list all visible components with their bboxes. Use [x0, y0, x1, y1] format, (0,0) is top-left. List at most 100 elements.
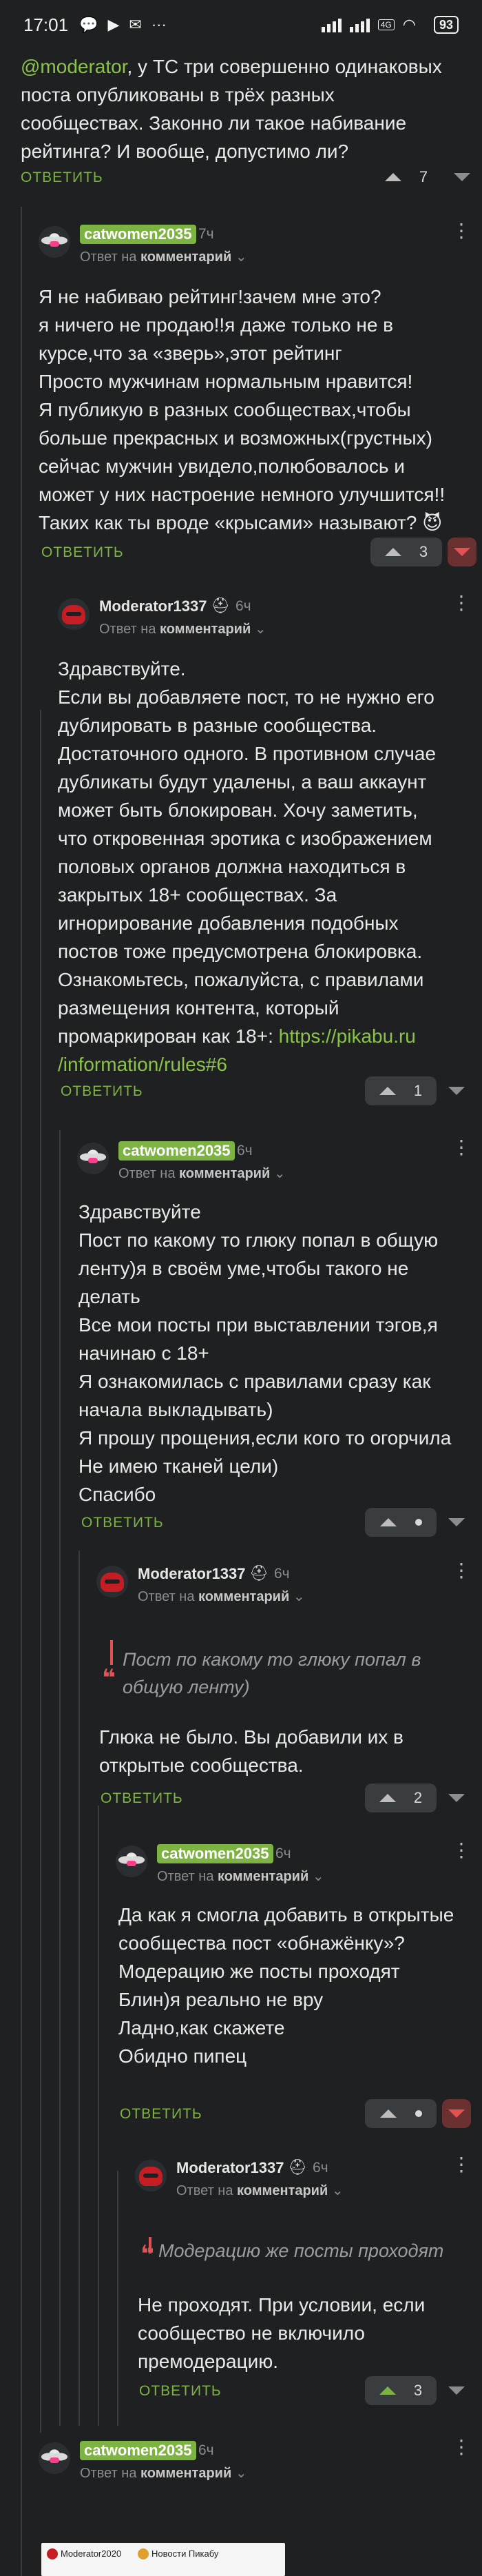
moderator-badge-icon: ⛑ — [288, 2158, 307, 2176]
comment-header: Moderator1337 ⛑ 6ч Ответ на комментарий … — [58, 593, 472, 641]
reply-to-label[interactable]: Ответ на комментарий ⌄ — [157, 1868, 324, 1885]
timestamp: 6ч — [198, 2442, 214, 2458]
rating-value: 7 — [419, 168, 428, 185]
avatar[interactable] — [39, 2442, 70, 2474]
downvote-icon — [448, 1794, 465, 1802]
downvote-button[interactable] — [442, 1783, 471, 1812]
reply-button[interactable]: ОТВЕТИТЬ — [120, 2106, 202, 2123]
quote-icon: ❝ — [102, 1665, 116, 1691]
upvote-icon[interactable] — [379, 1518, 397, 1526]
upvote-icon[interactable] — [379, 2386, 396, 2395]
timestamp: 6ч — [275, 1846, 291, 1861]
reply-button[interactable]: ОТВЕТИТЬ — [41, 544, 124, 561]
chevron-down-icon: ⌄ — [254, 622, 266, 637]
downvote-button[interactable] — [442, 2376, 471, 2405]
username[interactable]: Moderator1337 — [138, 1564, 246, 1584]
timestamp: 7ч — [198, 226, 214, 242]
reply-to-label[interactable]: Ответ на комментарий ⌄ — [138, 1588, 305, 1605]
username[interactable]: catwomen2035 — [80, 225, 196, 244]
preview-item: Moderator2020 — [61, 2548, 122, 2559]
avatar[interactable] — [96, 1566, 128, 1597]
more-options-icon[interactable]: ⋮ — [452, 1138, 471, 1157]
downvote-button[interactable] — [448, 538, 476, 566]
youtube-icon: ▶ — [107, 16, 120, 33]
username[interactable]: catwomen2035 — [118, 1141, 235, 1161]
chevron-down-icon: ⌄ — [293, 1589, 305, 1604]
more-options-icon[interactable]: ⋮ — [452, 1841, 471, 1860]
vote-control: 7 — [370, 163, 476, 192]
reply-button[interactable]: ОТВЕТИТЬ — [81, 1515, 164, 1531]
reply-to-label[interactable]: Ответ на комментарий ⌄ — [80, 2464, 247, 2482]
upvote-icon[interactable] — [379, 1794, 396, 1802]
more-options-icon[interactable]: ⋮ — [452, 1561, 471, 1580]
more-options-icon[interactable]: ⋮ — [452, 2437, 471, 2457]
vote-control: 3 — [370, 538, 476, 566]
moderator-badge-icon: ⛑ — [249, 1564, 269, 1582]
moderator-mention-link[interactable]: @moderator — [21, 56, 127, 77]
downvote-icon — [448, 2386, 465, 2395]
reply-to-label[interactable]: Ответ на комментарий ⌄ — [80, 248, 247, 265]
vote-control — [365, 1508, 471, 1537]
chat-bubble-icon: 💬 — [79, 16, 98, 33]
network-type-badge: 4G — [377, 19, 395, 30]
downvote-icon — [454, 173, 470, 181]
chevron-down-icon: ⌄ — [273, 1166, 286, 1181]
battery-indicator: 93 — [433, 16, 459, 34]
comment-text: Здравствуйте Пост по какому то глюку поп… — [78, 1201, 452, 1505]
chevron-down-icon: ⌄ — [235, 249, 247, 265]
rating-neutral-dot — [415, 2110, 422, 2117]
reply-button[interactable]: ОТВЕТИТЬ — [139, 2383, 222, 2400]
username[interactable]: catwomen2035 — [157, 1844, 273, 1863]
avatar[interactable] — [116, 1846, 147, 1877]
reply-button[interactable]: ОТВЕТИТЬ — [21, 170, 103, 186]
chevron-down-icon: ⌄ — [235, 2466, 247, 2481]
vote-control: 3 — [365, 2376, 471, 2405]
downvote-button[interactable] — [442, 2099, 471, 2128]
rating-value: 3 — [419, 543, 428, 560]
upvote-icon[interactable] — [379, 2109, 397, 2118]
thread-line-3 — [59, 1130, 61, 2426]
downvote-icon — [448, 1087, 465, 1095]
quote-icon: ❝ — [140, 2241, 154, 2267]
screenshot-preview[interactable]: Moderator2020 Новости Пикабу — [41, 2543, 285, 2576]
downvote-button[interactable] — [442, 1076, 471, 1105]
upvote-icon[interactable] — [384, 173, 401, 181]
more-options-icon[interactable]: ⋮ — [452, 2155, 471, 2174]
reply-to-label[interactable]: Ответ на комментарий ⌄ — [118, 1165, 286, 1182]
preview-avatar-icon — [138, 2548, 149, 2559]
comment-text: Глюка не было. Вы добавили их в открытые… — [99, 1726, 404, 1776]
wifi-icon: ◠ — [402, 16, 416, 33]
avatar[interactable] — [77, 1143, 109, 1174]
timestamp: 6ч — [237, 1143, 253, 1158]
mail-icon: ✉ — [129, 16, 142, 33]
clock: 17:01 — [23, 14, 69, 35]
comment-header: catwomen2035 7ч Ответ на комментарий ⌄ ⋮ — [39, 221, 472, 269]
vote-control: 1 — [365, 1076, 471, 1105]
comment-text: Здравствуйте. Если вы добавляете пост, т… — [58, 658, 437, 1075]
vote-control: 2 — [365, 1783, 471, 1812]
comment-header: catwomen2035 6ч Ответ на комментарий ⌄ ⋮ — [77, 1137, 472, 1185]
reply-to-label[interactable]: Ответ на комментарий ⌄ — [99, 620, 266, 637]
more-options-icon[interactable]: ⋮ — [452, 593, 471, 613]
downvote-button[interactable] — [448, 163, 476, 192]
comment-text: Не проходят. При условии, если сообществ… — [138, 2294, 426, 2372]
downvote-icon — [448, 2109, 465, 2118]
more-options-icon[interactable]: ⋮ — [452, 221, 471, 241]
username[interactable]: catwomen2035 — [80, 2441, 196, 2460]
reply-button[interactable]: ОТВЕТИТЬ — [101, 1790, 183, 1807]
rating-value: 2 — [413, 1789, 423, 1806]
upvote-icon[interactable] — [379, 1087, 396, 1095]
upvote-icon[interactable] — [384, 548, 401, 556]
reply-button[interactable]: ОТВЕТИТЬ — [61, 1083, 143, 1100]
reply-to-label[interactable]: Ответ на комментарий ⌄ — [176, 2182, 344, 2199]
avatar[interactable] — [39, 226, 70, 258]
username[interactable]: Moderator1337 — [99, 597, 207, 616]
preview-avatar-icon — [47, 2548, 58, 2559]
username[interactable]: Moderator1337 — [176, 2158, 284, 2178]
chevron-down-icon: ⌄ — [331, 2183, 344, 2198]
downvote-button[interactable] — [442, 1508, 471, 1537]
avatar[interactable] — [58, 598, 90, 630]
downvote-icon — [454, 548, 470, 556]
avatar[interactable] — [135, 2160, 167, 2191]
chevron-down-icon: ⌄ — [312, 1869, 324, 1884]
